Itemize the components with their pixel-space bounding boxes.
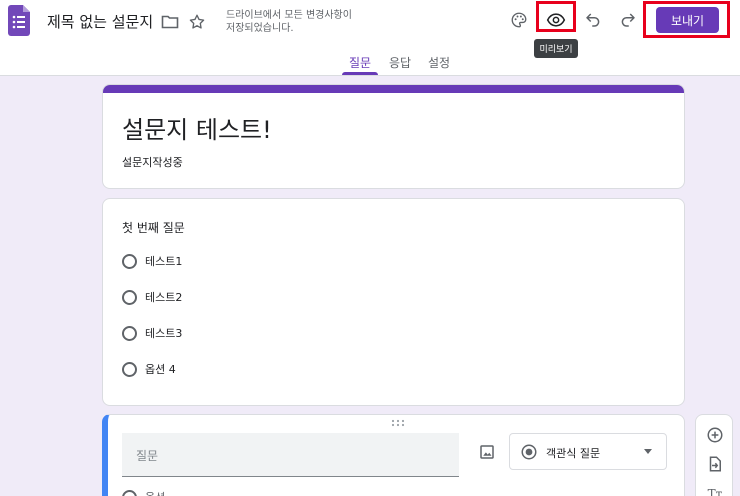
radio-icon [122, 289, 137, 305]
star-icon[interactable] [187, 12, 207, 32]
forms-logo-icon[interactable] [8, 5, 30, 36]
form-doc-title[interactable]: 제목 없는 설문지 [47, 11, 153, 32]
title-text-icon: Tт [707, 487, 723, 496]
list-item: 테스트2 [122, 289, 182, 305]
radio-icon [122, 325, 137, 341]
question-editor-card[interactable]: 질문 객관식 질문 옵션 [102, 414, 685, 496]
active-tab-indicator [342, 72, 378, 75]
image-icon[interactable] [478, 443, 496, 461]
import-question-icon [709, 456, 721, 472]
drag-handle-icon[interactable] [391, 419, 405, 427]
list-item: 테스트3 [122, 325, 182, 341]
radio-icon [122, 489, 137, 496]
app-header: 제목 없는 설문지 드라이브에서 모든 변경사항이 저장되었습니다. 보내기 미… [0, 0, 740, 76]
tab-settings[interactable]: 설정 [428, 54, 450, 71]
send-highlight-box [643, 1, 730, 38]
list-item: 테스트1 [122, 253, 182, 269]
list-item: 옵션 4 [122, 361, 176, 377]
palette-icon [511, 12, 527, 28]
title-card-accent [103, 85, 684, 93]
radio-icon [122, 361, 137, 377]
radio-icon [122, 253, 137, 269]
tab-questions[interactable]: 질문 [349, 54, 371, 71]
save-status-text: 드라이브에서 모든 변경사항이 저장되었습니다. [226, 10, 352, 34]
import-question-button[interactable] [705, 454, 725, 474]
customize-theme-button[interactable] [505, 6, 533, 34]
option-label: 테스트3 [145, 327, 183, 340]
tab-responses[interactable]: 응답 [389, 54, 411, 71]
floating-side-toolbar: Tт [695, 414, 733, 496]
preview-tooltip: 미리보기 [534, 39, 578, 58]
option-label: 테스트2 [145, 291, 183, 304]
list-item: 옵션 [122, 489, 165, 496]
form-description[interactable]: 설문지작성중 [122, 154, 183, 170]
option-label: 테스트1 [145, 255, 183, 268]
undo-icon [586, 13, 600, 27]
preview-highlight-box [536, 1, 576, 32]
form-title-card[interactable]: 설문지 테스트! 설문지작성중 [102, 84, 685, 189]
form-title[interactable]: 설문지 테스트! [122, 110, 272, 145]
question-title-input[interactable]: 질문 [122, 433, 459, 477]
question-title: 첫 번째 질문 [122, 221, 185, 235]
add-circle-icon [707, 427, 723, 443]
option-label: 옵션 [145, 489, 165, 496]
redo-button[interactable] [614, 6, 642, 34]
folder-icon[interactable] [160, 12, 180, 32]
dropdown-arrow-icon [644, 449, 652, 454]
question-type-select[interactable]: 객관식 질문 [509, 433, 667, 470]
question-card[interactable]: 첫 번째 질문 테스트1 테스트2 테스트3 옵션 4 [102, 198, 685, 406]
redo-icon [621, 13, 635, 27]
add-question-button[interactable] [705, 425, 725, 445]
option-label: 옵션 4 [145, 363, 176, 376]
add-title-button[interactable]: Tт [705, 484, 725, 496]
radio-checked-icon [521, 444, 537, 460]
question-type-label: 객관식 질문 [546, 447, 601, 460]
undo-button[interactable] [579, 6, 607, 34]
